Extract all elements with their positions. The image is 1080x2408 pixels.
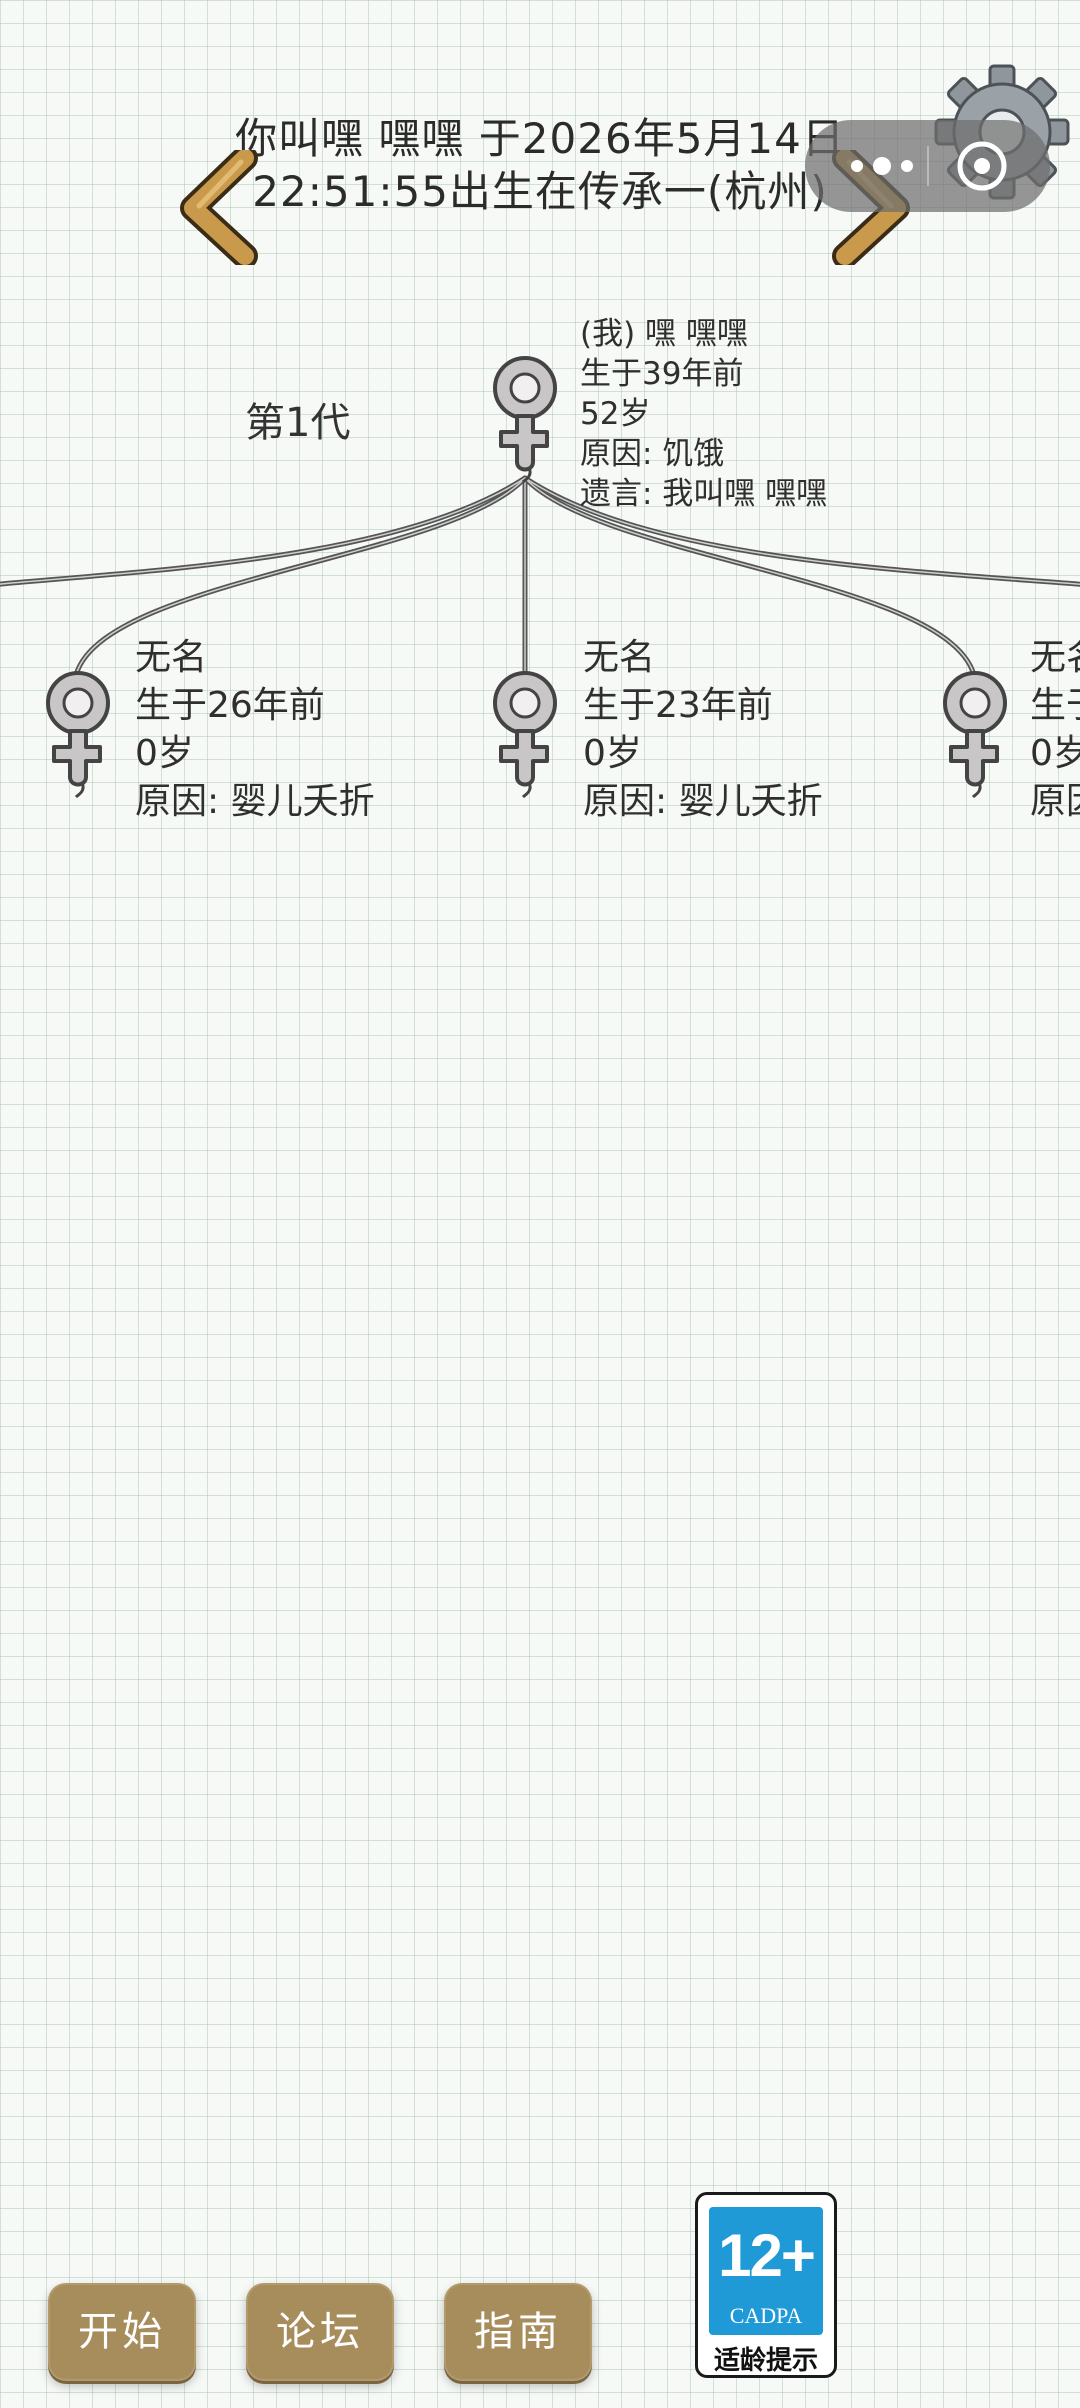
child-age: 0岁 [135, 733, 194, 774]
age-rating-value: 12+ [718, 2222, 816, 2289]
child-born: 生于23年前 [583, 685, 773, 726]
child-name: 无名 [135, 637, 208, 678]
guide-button[interactable]: 指南 [444, 2283, 592, 2381]
female-symbol-icon[interactable] [485, 665, 565, 800]
forum-button[interactable]: 论坛 [246, 2283, 394, 2381]
child-age: 0岁 [1030, 733, 1080, 774]
root-will: 遗言: 我叫嘿 嘿嘿 [580, 476, 828, 512]
child-born: 生于 [1030, 685, 1080, 726]
start-button[interactable]: 开始 [48, 2283, 196, 2381]
age-rating-badge[interactable]: 12+ CADPA 适龄提示 [695, 2192, 837, 2378]
age-rating-panel: 12+ CADPA [709, 2207, 823, 2335]
child-node-info: 无名 生于 0岁 原因 [1030, 634, 1080, 826]
root-name: (我) 嘿 嘿嘿 [580, 316, 748, 352]
child-age: 0岁 [583, 733, 642, 774]
child-cause: 原因: 婴儿夭折 [135, 781, 375, 822]
generation-label: 第1代 [245, 400, 351, 446]
age-rating-org: CADPA [729, 2303, 803, 2328]
female-symbol-icon[interactable] [38, 665, 118, 800]
child-name: 无名 [583, 637, 656, 678]
child-cause: 原因: 婴儿夭折 [583, 781, 823, 822]
female-symbol-icon[interactable] [935, 665, 1015, 800]
root-cause: 原因: 饥饿 [580, 436, 725, 472]
root-age: 52岁 [580, 396, 651, 432]
child-cause: 原因 [1030, 781, 1080, 822]
child-node-info: 无名 生于26年前 0岁 原因: 婴儿夭折 [135, 634, 375, 826]
root-node-info: (我) 嘿 嘿嘿 生于39年前 52岁 原因: 饥饿 遗言: 我叫嘿 嘿嘿 [580, 314, 827, 514]
age-rating-tip: 适龄提示 [713, 2346, 818, 2376]
female-symbol-icon[interactable] [485, 350, 565, 485]
root-born: 生于39年前 [580, 356, 744, 392]
child-node-info: 无名 生于23年前 0岁 原因: 婴儿夭折 [583, 634, 823, 826]
child-name: 无名 [1030, 637, 1080, 678]
child-born: 生于26年前 [135, 685, 325, 726]
